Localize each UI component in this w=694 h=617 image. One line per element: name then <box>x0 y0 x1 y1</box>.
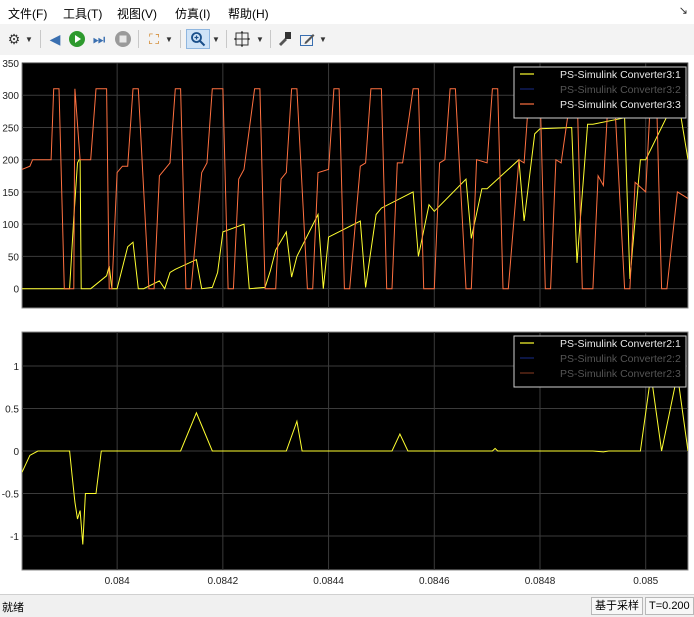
x-tick-label: 0.0848 <box>525 576 556 587</box>
toolbar-separator <box>226 30 227 48</box>
y-tick-label: -1 <box>10 532 19 543</box>
y-tick-label: 300 <box>2 91 19 102</box>
settings-gear-icon[interactable]: ⚙ <box>4 29 24 49</box>
run-button[interactable] <box>67 29 87 49</box>
step-back-icon[interactable]: ◀ <box>45 29 65 49</box>
toolbar-separator <box>270 30 271 48</box>
menu-help[interactable]: 帮助(H) <box>228 5 269 22</box>
menu-bar: 文件(F) 工具(T) 视图(V) 仿真(I) 帮助(H) ↘ <box>0 0 694 24</box>
legend-label: PS-Simulink Converter3:1 <box>560 69 681 81</box>
y-tick-label: 250 <box>2 123 19 134</box>
y-tick-label: 150 <box>2 188 19 199</box>
menu-simulation[interactable]: 仿真(I) <box>175 5 210 22</box>
menu-view[interactable]: 视图(V) <box>117 5 157 22</box>
y-tick-label: 1 <box>13 362 19 373</box>
zoom-icon[interactable] <box>186 29 210 49</box>
status-bar: 就绪 基于采样 T=0.200 <box>0 594 694 617</box>
scope-plot-area: 0 50 100 150 200 250 300 350 PS-Simulink Convert… <box>0 55 694 594</box>
y-tick-label: 50 <box>8 252 20 263</box>
x-tick-label: 0.084 <box>105 576 130 587</box>
legend-label: PS-Simulink Converter2:1 <box>560 338 681 350</box>
y-tick-label: 0 <box>13 285 19 296</box>
y-tick-label: -0.5 <box>2 490 20 501</box>
toolbar-separator <box>138 30 139 48</box>
toolbar-separator <box>180 30 181 48</box>
menu-tools[interactable]: 工具(T) <box>63 5 102 22</box>
highlight-block-icon[interactable]: ⛶ <box>144 29 164 49</box>
x-tick-label: 0.0844 <box>313 576 344 587</box>
legend-label: PS-Simulink Converter2:3 <box>560 368 681 380</box>
zoom-dropdown-caret[interactable]: ▼ <box>211 29 221 49</box>
fit-to-view-icon <box>234 31 250 47</box>
menu-file[interactable]: 文件(F) <box>8 5 47 22</box>
y-tick-label: 0.5 <box>5 405 19 416</box>
edit-dropdown-caret[interactable]: ▼ <box>318 29 328 49</box>
autoscale-dropdown-caret[interactable]: ▼ <box>255 29 265 49</box>
sample-mode-indicator: 基于采样 <box>591 597 643 615</box>
pencil-icon <box>300 34 315 46</box>
highlight-dropdown-caret[interactable]: ▼ <box>164 29 174 49</box>
axes-top[interactable]: 0 50 100 150 200 250 300 350 PS-Simulink Convert… <box>2 59 689 309</box>
autoscale-icon[interactable] <box>231 29 253 49</box>
style-icon[interactable] <box>274 29 294 49</box>
y-tick-label: 0 <box>13 447 19 458</box>
y-tick-label: 350 <box>2 59 19 70</box>
y-tick-label: 100 <box>2 220 19 231</box>
settings-dropdown-caret[interactable]: ▼ <box>24 29 34 49</box>
x-tick-label: 0.0842 <box>208 576 239 587</box>
toolbar: ⚙ ▼ ◀ ⏭ ⛶ ▼ ▼ ▼ ▼ <box>0 24 694 56</box>
legend-label: PS-Simulink Converter3:2 <box>560 84 681 96</box>
axes-bottom[interactable]: -1 -0.5 0 0.5 1 0.084 0.0842 0.0844 0.0846 0.0848… <box>2 331 689 587</box>
pin-icon[interactable]: ↘ <box>679 4 688 17</box>
stop-button[interactable] <box>113 29 133 49</box>
step-forward-icon[interactable]: ⏭ <box>89 29 109 49</box>
status-text: 就绪 <box>2 602 24 614</box>
stop-icon <box>115 31 131 47</box>
magnifier-icon <box>191 32 206 47</box>
edit-pencil-icon[interactable] <box>297 29 317 49</box>
legend-label: PS-Simulink Converter3:3 <box>560 99 681 111</box>
run-icon <box>69 31 85 47</box>
brush-icon <box>279 32 291 46</box>
legend-label: PS-Simulink Converter2:2 <box>560 353 681 365</box>
x-tick-label: 0.085 <box>633 576 658 587</box>
sim-time-indicator: T=0.200 <box>645 597 694 615</box>
y-tick-label: 200 <box>2 156 19 167</box>
toolbar-separator <box>40 30 41 48</box>
x-tick-label: 0.0846 <box>419 576 450 587</box>
